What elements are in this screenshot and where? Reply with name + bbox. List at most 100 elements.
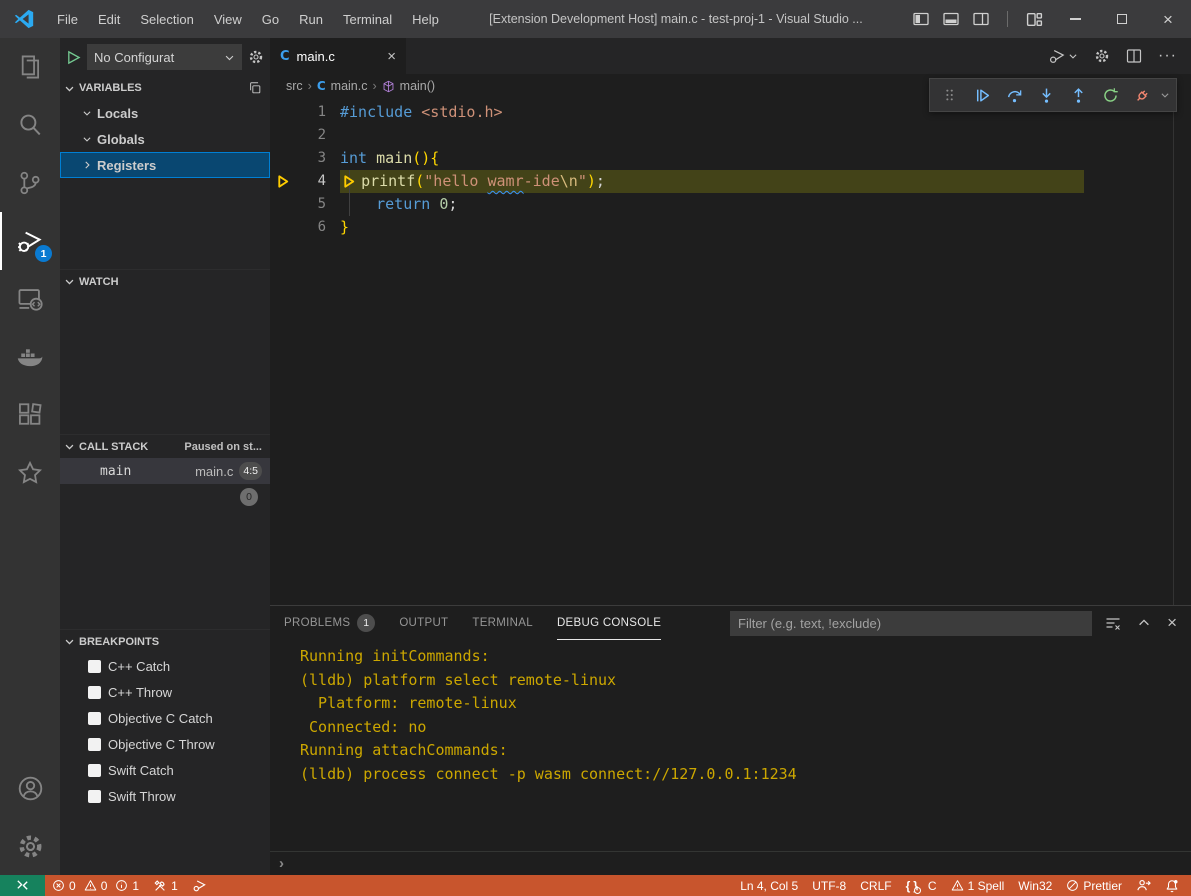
menu-run[interactable]: Run — [289, 0, 333, 38]
breadcrumb-symbol[interactable]: main() — [400, 79, 435, 93]
restart-button[interactable] — [1096, 81, 1124, 109]
docker-icon[interactable] — [0, 328, 60, 386]
menu-edit[interactable]: Edit — [88, 0, 130, 38]
debug-console-output[interactable]: Running initCommands: (lldb) platform se… — [270, 640, 1191, 851]
feedback-status[interactable] — [1129, 875, 1158, 896]
run-or-debug-button[interactable] — [1048, 47, 1078, 65]
continue-button[interactable] — [968, 81, 996, 109]
breadcrumb-folder[interactable]: src — [286, 79, 303, 93]
toggle-sidebar-icon[interactable] — [913, 11, 929, 27]
debug-status[interactable] — [185, 875, 214, 896]
start-debugging-button[interactable] — [66, 50, 81, 65]
copy-value-icon[interactable] — [248, 81, 262, 95]
favorites-star-icon[interactable] — [0, 444, 60, 502]
remote-indicator[interactable] — [0, 875, 45, 896]
call-stack-section-header[interactable]: CALL STACK Paused on st... — [60, 434, 270, 458]
stack-frame-row[interactable]: main main.c 4:5 — [60, 458, 270, 484]
checkbox[interactable] — [88, 660, 101, 673]
tab-terminal[interactable]: TERMINAL — [472, 606, 533, 640]
toggle-panel-icon[interactable] — [943, 11, 959, 27]
menu-go[interactable]: Go — [252, 0, 289, 38]
menu-selection[interactable]: Selection — [130, 0, 203, 38]
step-out-button[interactable] — [1064, 81, 1092, 109]
menu-file[interactable]: File — [47, 0, 88, 38]
close-panel-icon[interactable]: × — [1167, 613, 1177, 633]
breakpoint-objc-throw[interactable]: Objective C Throw — [60, 731, 270, 757]
minimize-button[interactable] — [1053, 0, 1099, 38]
formatter-status[interactable]: Prettier — [1059, 875, 1129, 896]
toolbar-drag-handle[interactable] — [936, 81, 964, 109]
settings-gear-icon[interactable] — [0, 817, 60, 875]
tab-output[interactable]: OUTPUT — [399, 606, 448, 640]
step-over-button[interactable] — [1000, 81, 1028, 109]
source-control-icon[interactable] — [0, 154, 60, 212]
launch-settings-gear-icon[interactable] — [248, 49, 264, 65]
chevron-down-icon[interactable] — [1160, 90, 1170, 100]
clear-console-icon[interactable] — [1105, 615, 1121, 631]
menu-view[interactable]: View — [204, 0, 252, 38]
search-icon[interactable] — [0, 96, 60, 154]
code-editor[interactable]: 1 #include <stdio.h> 2 3 int main(){ 4 — [270, 98, 1191, 605]
platform-indicator[interactable]: Win32 — [1011, 875, 1059, 896]
debug-console-input[interactable]: › — [270, 851, 1191, 875]
breadcrumb-file[interactable]: main.c — [331, 79, 368, 93]
tab-main-c[interactable]: C main.c × — [270, 38, 406, 74]
split-editor-icon[interactable] — [1126, 48, 1142, 64]
ports-status[interactable]: 1 — [146, 875, 185, 896]
warning-count: 0 — [101, 879, 108, 893]
checkbox[interactable] — [88, 764, 101, 777]
debug-configuration-dropdown[interactable]: No Configurat — [87, 44, 242, 70]
problems-status[interactable]: 0 0 1 — [45, 875, 146, 896]
checkbox[interactable] — [88, 712, 101, 725]
breakpoint-label: Objective C Throw — [108, 737, 215, 752]
explorer-icon[interactable] — [0, 38, 60, 96]
checkbox[interactable] — [88, 686, 101, 699]
breakpoint-cpp-throw[interactable]: C++ Throw — [60, 679, 270, 705]
breakpoint-swift-throw[interactable]: Swift Throw — [60, 783, 270, 809]
debug-configuration-label: No Configurat — [94, 50, 218, 65]
console-filter-input[interactable] — [730, 611, 1092, 636]
accounts-icon[interactable] — [0, 759, 60, 817]
restore-button[interactable] — [1099, 0, 1145, 38]
debug-paused-arrow-icon[interactable] — [276, 174, 291, 189]
menu-terminal[interactable]: Terminal — [333, 0, 402, 38]
variables-scope-locals[interactable]: Locals — [60, 100, 270, 126]
breakpoint-swift-catch[interactable]: Swift Catch — [60, 757, 270, 783]
variables-section-header[interactable]: VARIABLES — [60, 76, 270, 100]
editor-settings-gear-icon[interactable] — [1094, 48, 1110, 64]
notifications-bell[interactable] — [1158, 875, 1191, 896]
language-mode[interactable]: { }× C — [899, 875, 944, 896]
breakpoint-cpp-catch[interactable]: C++ Catch — [60, 653, 270, 679]
watch-section-header[interactable]: WATCH — [60, 269, 270, 293]
encoding-indicator[interactable]: UTF-8 — [805, 875, 853, 896]
tab-label: PROBLEMS — [284, 617, 350, 629]
thread-badge: 0 — [240, 488, 258, 506]
tab-problems[interactable]: PROBLEMS 1 — [284, 606, 375, 640]
remote-explorer-icon[interactable] — [0, 270, 60, 328]
variables-scope-globals[interactable]: Globals — [60, 126, 270, 152]
customize-layout-icon[interactable] — [1026, 11, 1043, 28]
session-row[interactable]: 0 — [60, 484, 270, 509]
editor-scrollbar[interactable] — [1173, 98, 1174, 605]
tab-debug-console[interactable]: DEBUG CONSOLE — [557, 606, 661, 640]
checkbox[interactable] — [88, 790, 101, 803]
run-and-debug-icon[interactable]: 1 — [0, 212, 60, 270]
variables-scope-registers[interactable]: Registers — [60, 152, 270, 178]
activity-bar: 1 — [0, 38, 60, 875]
extensions-icon[interactable] — [0, 386, 60, 444]
breakpoint-objc-catch[interactable]: Objective C Catch — [60, 705, 270, 731]
console-line: Running attachCommands: — [300, 739, 1191, 763]
step-into-button[interactable] — [1032, 81, 1060, 109]
breakpoints-section-header[interactable]: BREAKPOINTS — [60, 629, 270, 653]
close-button[interactable]: × — [1145, 0, 1191, 38]
close-tab-icon[interactable]: × — [387, 48, 396, 65]
maximize-panel-icon[interactable] — [1137, 616, 1151, 630]
checkbox[interactable] — [88, 738, 101, 751]
eol-indicator[interactable]: CRLF — [853, 875, 898, 896]
disconnect-button[interactable] — [1128, 81, 1156, 109]
menu-help[interactable]: Help — [402, 0, 449, 38]
spell-checker-status[interactable]: 1 Spell — [944, 875, 1012, 896]
cursor-position[interactable]: Ln 4, Col 5 — [733, 875, 805, 896]
more-actions-icon[interactable]: ··· — [1158, 47, 1177, 65]
toggle-secondary-sidebar-icon[interactable] — [973, 11, 989, 27]
